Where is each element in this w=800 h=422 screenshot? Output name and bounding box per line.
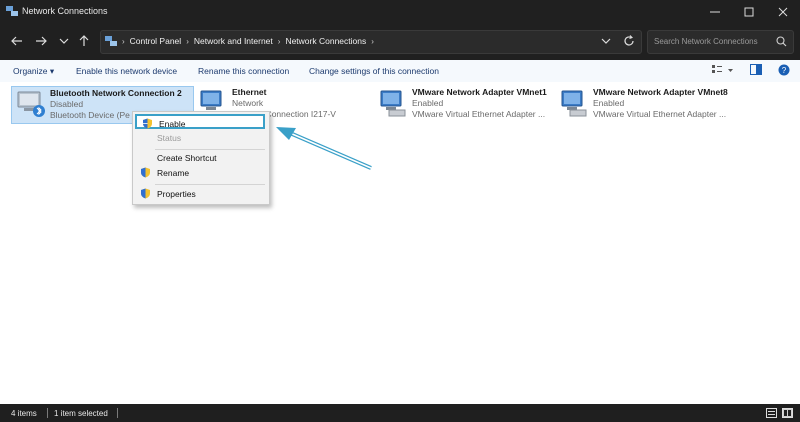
address-field[interactable]: › Control Panel › Network and Internet ›… xyxy=(100,30,642,54)
maximize-icon xyxy=(744,7,754,17)
change-settings-button[interactable]: Change settings of this connection xyxy=(309,66,439,76)
forward-button[interactable] xyxy=(30,30,52,52)
network-connections-icon xyxy=(6,6,18,16)
connections-view[interactable] xyxy=(0,82,800,404)
uac-shield-icon xyxy=(141,167,150,178)
preview-pane-icon[interactable] xyxy=(750,64,762,75)
command-bar: Organize ▾ Enable this network device Re… xyxy=(0,60,800,83)
connection-details: VMware Network Adapter VMnet8 Enabled VM… xyxy=(593,87,728,120)
large-icons-view-icon[interactable] xyxy=(782,408,793,418)
enable-device-button[interactable]: Enable this network device xyxy=(76,66,177,76)
selection-count: 1 item selected xyxy=(54,409,108,418)
status-divider xyxy=(47,408,48,418)
search-input[interactable]: Search Network Connections xyxy=(647,30,794,54)
connection-status: Enabled xyxy=(412,98,444,108)
breadcrumb-item[interactable]: Control Panel xyxy=(130,36,182,46)
connection-name: Bluetooth Network Connection 2 xyxy=(50,88,182,98)
menu-item-status: Status xyxy=(135,130,265,145)
breadcrumb-item[interactable]: Network Connections xyxy=(285,36,366,46)
menu-label: Create Shortcut xyxy=(157,153,217,163)
close-button[interactable] xyxy=(766,0,800,24)
chevron-down-icon xyxy=(59,38,69,44)
uac-shield-icon xyxy=(141,188,150,199)
menu-item-properties[interactable]: Properties xyxy=(135,186,265,201)
connection-name: VMware Network Adapter VMnet1 xyxy=(412,87,547,97)
breadcrumb: › Control Panel › Network and Internet ›… xyxy=(105,36,374,46)
menu-label: Properties xyxy=(157,189,196,199)
breadcrumb-separator-icon: › xyxy=(371,36,374,46)
details-view-icon[interactable] xyxy=(766,408,777,418)
svg-text:?: ? xyxy=(782,66,787,75)
organize-label: Organize xyxy=(13,66,48,76)
context-menu: Enable Status Create Shortcut Rename Pro… xyxy=(132,111,270,205)
forward-arrow-icon xyxy=(36,36,47,46)
menu-label: Rename xyxy=(157,168,190,178)
minimize-button[interactable] xyxy=(698,0,732,24)
close-icon xyxy=(778,7,788,17)
minimize-icon xyxy=(710,11,720,13)
network-adapter-icon xyxy=(561,90,587,117)
connection-status: Enabled xyxy=(593,98,625,108)
connection-item-vmnet1[interactable]: VMware Network Adapter VMnet1 Enabled VM… xyxy=(374,86,554,122)
search-icon xyxy=(776,36,787,47)
recent-locations-button[interactable] xyxy=(53,30,75,52)
rename-connection-button[interactable]: Rename this connection xyxy=(198,66,289,76)
connection-item-vmnet8[interactable]: VMware Network Adapter VMnet8 Enabled VM… xyxy=(555,86,735,122)
maximize-button[interactable] xyxy=(732,0,766,24)
uac-shield-icon xyxy=(143,118,152,129)
status-bar: 4 items 1 item selected xyxy=(0,404,800,422)
connection-details: VMware Network Adapter VMnet1 Enabled VM… xyxy=(412,87,547,120)
up-arrow-icon xyxy=(79,35,89,46)
menu-label: Enable xyxy=(159,119,186,129)
address-dropdown-icon[interactable] xyxy=(601,35,611,47)
connection-status: Disabled xyxy=(50,99,84,109)
back-button[interactable] xyxy=(6,30,28,52)
back-arrow-icon xyxy=(11,36,22,46)
status-divider xyxy=(117,408,118,418)
menu-item-enable[interactable]: Enable xyxy=(135,114,265,129)
window-title: Network Connections xyxy=(22,6,108,16)
organize-button[interactable]: Organize ▾ xyxy=(13,66,54,77)
network-adapter-icon xyxy=(380,90,406,117)
view-options-icon[interactable] xyxy=(712,64,734,76)
refresh-icon[interactable] xyxy=(623,34,635,48)
network-adapter-icon xyxy=(17,91,45,117)
connection-name: VMware Network Adapter VMnet8 xyxy=(593,87,728,97)
menu-separator xyxy=(155,184,265,185)
connection-device: VMware Virtual Ethernet Adapter ... xyxy=(412,109,546,119)
menu-item-create-shortcut[interactable]: Create Shortcut xyxy=(135,150,265,165)
up-button[interactable] xyxy=(73,30,95,52)
search-placeholder: Search Network Connections xyxy=(654,37,758,46)
connection-device: VMware Virtual Ethernet Adapter ... xyxy=(593,109,727,119)
connection-status: Network xyxy=(232,98,264,108)
menu-label: Status xyxy=(157,133,182,143)
menu-item-rename[interactable]: Rename xyxy=(135,165,265,180)
title-bar: Network Connections xyxy=(0,0,800,24)
chevron-down-icon: ▾ xyxy=(49,66,55,76)
connection-name: Ethernet xyxy=(232,87,267,97)
breadcrumb-separator-icon: › xyxy=(122,36,125,46)
help-icon[interactable]: ? xyxy=(778,64,790,76)
control-panel-icon xyxy=(105,36,117,46)
item-count: 4 items xyxy=(11,409,37,418)
breadcrumb-item[interactable]: Network and Internet xyxy=(194,36,273,46)
breadcrumb-separator-icon: › xyxy=(186,36,189,46)
breadcrumb-separator-icon: › xyxy=(277,36,281,46)
